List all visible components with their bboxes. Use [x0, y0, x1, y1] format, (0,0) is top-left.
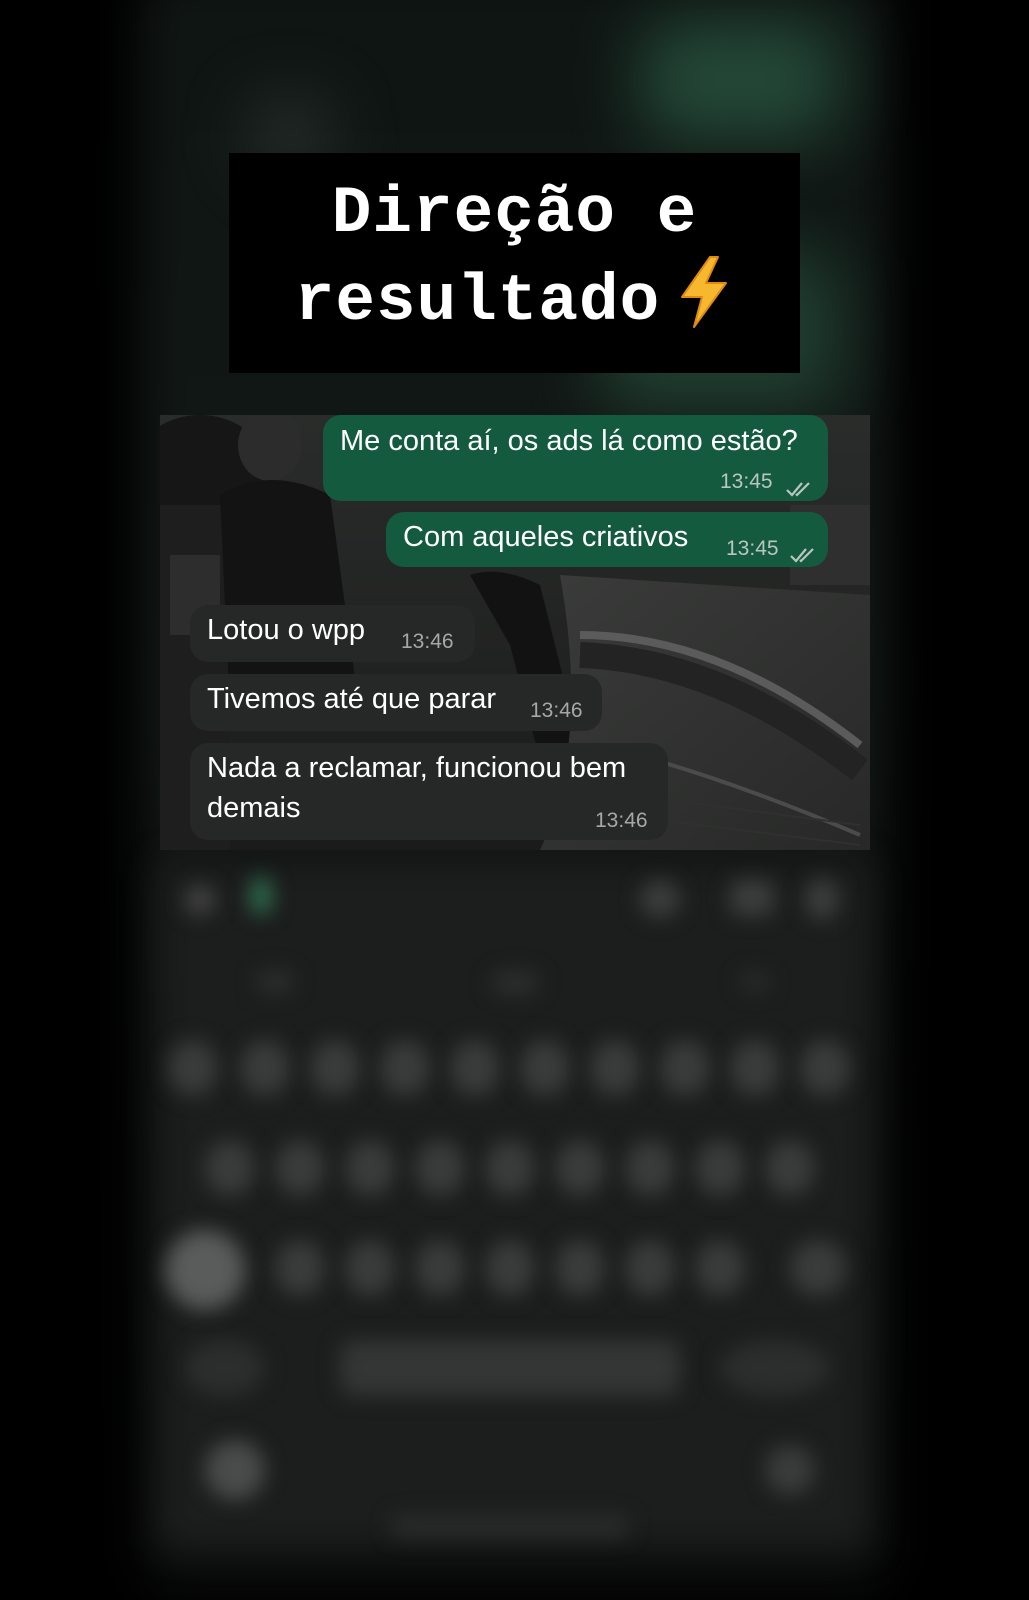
- blurred-camera-icon: [730, 880, 774, 916]
- blurred-spacebar: [340, 1340, 680, 1396]
- blurred-suggestion: [740, 972, 770, 992]
- caption-line-1: Direção e: [331, 176, 698, 251]
- lightning-bolt-icon: [674, 255, 734, 353]
- blurred-keyboard: [158, 860, 870, 1550]
- blurred-key: [380, 1040, 430, 1096]
- blurred-home-indicator: [390, 1515, 630, 1537]
- blurred-key: [240, 1040, 290, 1096]
- blurred-key: [660, 1040, 710, 1096]
- double-check-icon: [789, 539, 817, 572]
- blurred-plus-icon: [185, 885, 215, 915]
- blurred-key: [800, 1040, 850, 1096]
- blurred-key: [310, 1040, 360, 1096]
- blurred-suggestion: [490, 970, 540, 996]
- caption-line-2-text: resultado: [294, 264, 661, 339]
- blurred-key: [185, 1340, 265, 1396]
- message-time: 13:46: [401, 630, 454, 653]
- message-bubble-incoming[interactable]: Lotou o wpp 13:46: [190, 605, 475, 662]
- blurred-key: [555, 1240, 605, 1296]
- blurred-key: [720, 1340, 830, 1396]
- message-time: 13:45: [720, 470, 773, 493]
- blurred-green-highlight: [640, 20, 840, 140]
- blurred-key: [730, 1040, 780, 1096]
- blurred-key: [415, 1240, 465, 1296]
- message-text-line-1: Nada a reclamar, funcionou bem: [207, 752, 627, 784]
- blurred-key: [450, 1040, 500, 1096]
- story-caption: Direção e resultado: [229, 153, 800, 373]
- blurred-key: [625, 1240, 675, 1296]
- blurred-key: [275, 1240, 325, 1296]
- message-bubble-outgoing[interactable]: Me conta aí, os ads lá como estão? 13:45: [323, 415, 828, 501]
- blurred-sticker-icon: [640, 880, 680, 918]
- blurred-mic-icon: [765, 1445, 815, 1495]
- blurred-suggestion: [255, 970, 295, 994]
- message-text-line-2: demais: [207, 792, 301, 824]
- blurred-key: [695, 1140, 745, 1196]
- caption-line-2: resultado: [295, 255, 734, 353]
- blurred-key: [485, 1140, 535, 1196]
- message-bubble-outgoing[interactable]: Com aqueles criativos 13:45: [386, 512, 828, 567]
- message-text: Com aqueles criativos: [403, 521, 689, 553]
- blurred-key: [590, 1040, 640, 1096]
- message-bubble-incoming[interactable]: Nada a reclamar, funcionou bem demais 13…: [190, 743, 668, 840]
- message-time: 13:45: [726, 537, 779, 560]
- blurred-key: [625, 1140, 675, 1196]
- blurred-emoji-icon: [205, 1440, 265, 1500]
- message-text: Tivemos até que parar: [207, 683, 497, 715]
- message-time: 13:46: [595, 809, 648, 832]
- blurred-key: [275, 1140, 325, 1196]
- blurred-key: [345, 1140, 395, 1196]
- message-text: Me conta aí, os ads lá como estão?: [340, 425, 798, 457]
- story-canvas: Direção e resultado Me conta aí, os ads …: [0, 0, 1029, 1600]
- blurred-cursor: [250, 878, 272, 914]
- blurred-shift-key: [165, 1230, 245, 1310]
- blurred-key: [765, 1140, 815, 1196]
- message-text: Lotou o wpp: [207, 614, 366, 646]
- blurred-key: [485, 1240, 535, 1296]
- blurred-mic-icon: [805, 878, 839, 920]
- blurred-key: [345, 1240, 395, 1296]
- message-time: 13:46: [530, 699, 583, 722]
- blurred-key: [695, 1240, 745, 1296]
- blurred-key: [520, 1040, 570, 1096]
- blurred-key: [415, 1140, 465, 1196]
- double-check-icon: [785, 473, 813, 506]
- message-bubble-incoming[interactable]: Tivemos até que parar 13:46: [190, 674, 602, 731]
- blurred-key: [168, 1040, 218, 1096]
- blurred-backspace-key: [790, 1240, 846, 1296]
- blurred-key: [205, 1140, 255, 1196]
- blurred-key: [555, 1140, 605, 1196]
- chat-screenshot: Me conta aí, os ads lá como estão? 13:45…: [160, 415, 870, 850]
